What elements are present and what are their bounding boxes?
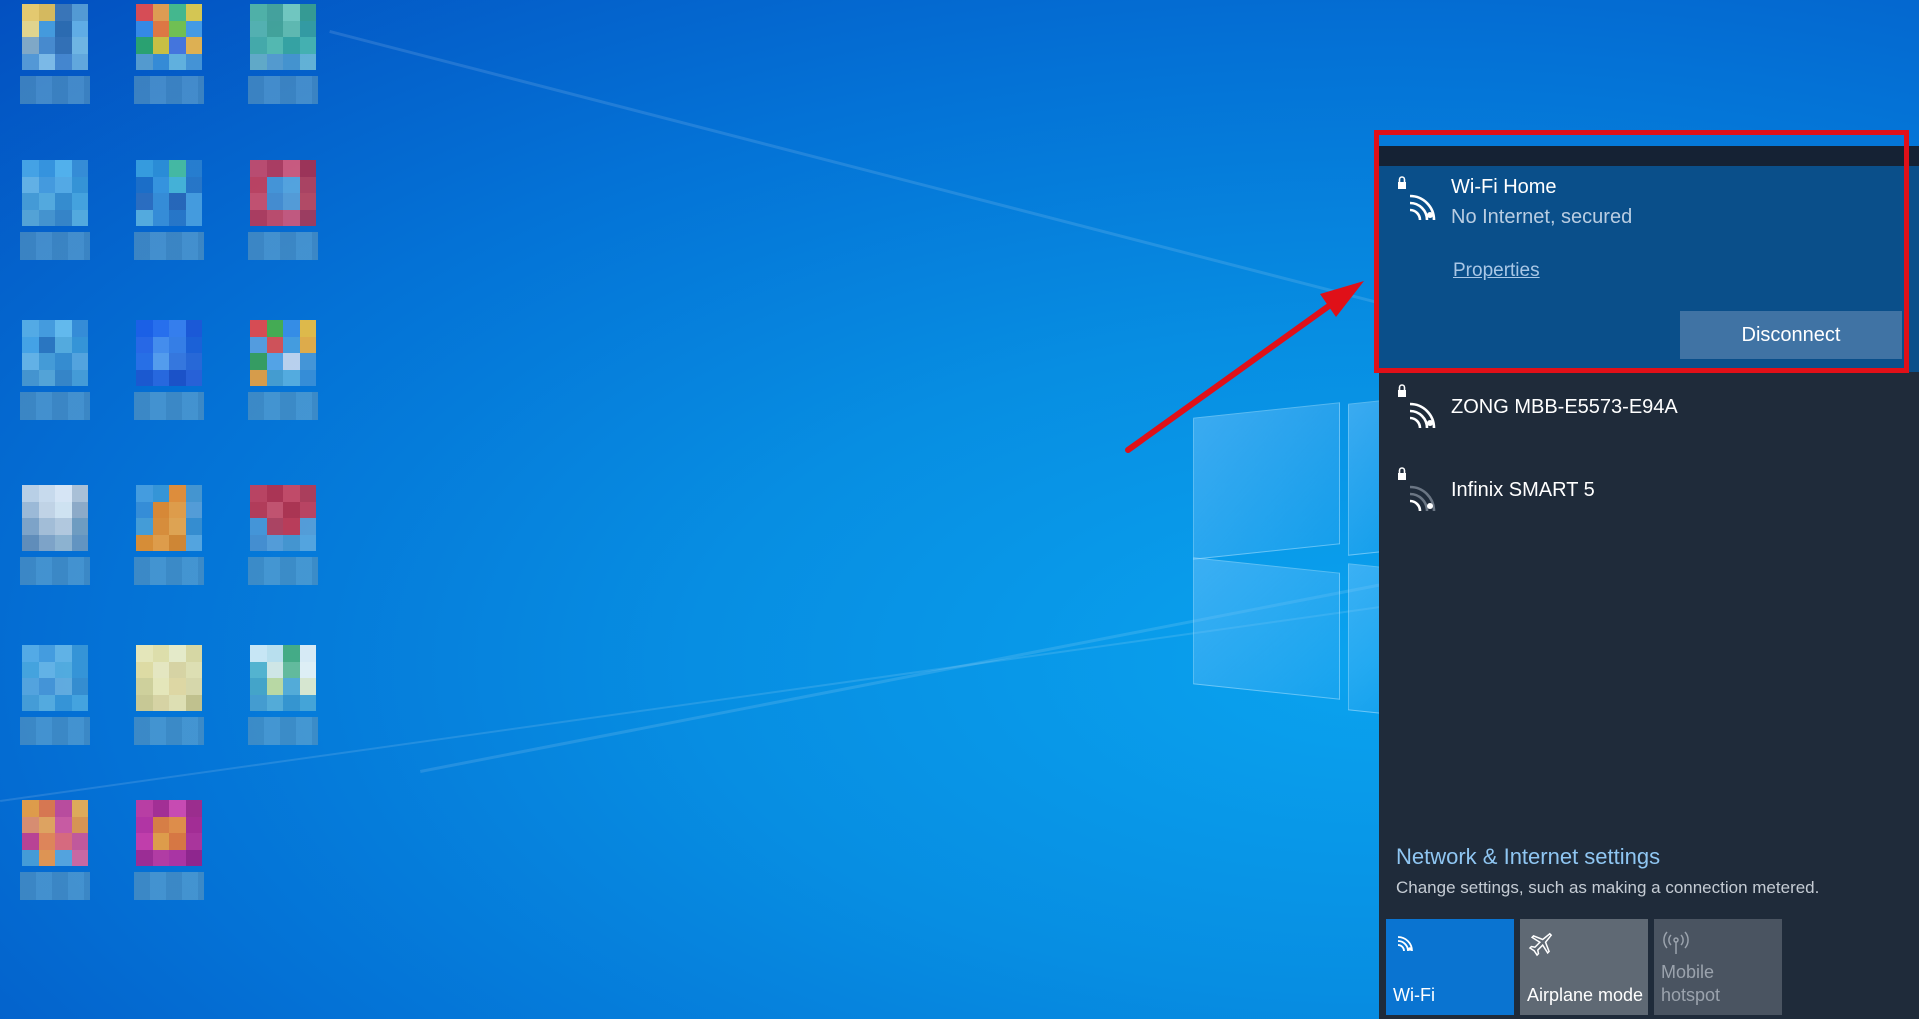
desktop-icon-label	[134, 76, 204, 104]
wifi-icon	[1397, 936, 1413, 952]
desktop-icon-label	[248, 557, 318, 585]
desktop-icon-label	[20, 557, 90, 585]
wifi-secured-icon	[1398, 384, 1436, 429]
network-settings-description: Change settings, such as making a connec…	[1396, 878, 1820, 897]
desktop-icon-image	[22, 645, 88, 711]
desktop-icon-image	[250, 645, 316, 711]
desktop-icon[interactable]	[14, 800, 96, 900]
wallpaper-logo-pane	[1193, 557, 1340, 700]
desktop-icon-label	[20, 872, 90, 900]
desktop-icon-label	[134, 232, 204, 260]
desktop-icon[interactable]	[242, 485, 324, 585]
desktop-icon-label	[134, 872, 204, 900]
desktop-icon-image	[250, 485, 316, 551]
desktop-icon-image	[22, 800, 88, 866]
desktop-icon[interactable]	[242, 645, 324, 745]
airplane-mode-tile[interactable]: Airplane mode	[1520, 919, 1648, 1015]
properties-link[interactable]: Properties	[1453, 260, 1540, 282]
desktop-icon-image	[136, 800, 202, 866]
desktop-icon[interactable]	[128, 645, 210, 745]
wifi-toggle-tile[interactable]: Wi-Fi	[1386, 919, 1514, 1015]
desktop-icon-label	[20, 392, 90, 420]
desktop-icon-label	[248, 392, 318, 420]
desktop-icon-image	[22, 4, 88, 70]
network-name: Infinix SMART 5	[1451, 479, 1595, 501]
network-flyout: Wi-Fi Home No Internet, secured Properti…	[1379, 146, 1919, 1019]
wifi-secured-icon	[1398, 467, 1436, 512]
desktop-icon-image	[136, 645, 202, 711]
desktop-icon[interactable]	[242, 4, 324, 104]
wallpaper-light-beam	[329, 30, 1492, 334]
desktop-icon[interactable]	[14, 645, 96, 745]
desktop-icon-image	[250, 160, 316, 226]
desktop-icon-label	[20, 717, 90, 745]
hotspot-icon	[1663, 931, 1689, 954]
qa-label: Mobile hotspot	[1661, 961, 1720, 1007]
desktop-icon-image	[136, 320, 202, 386]
desktop-icon-image	[136, 485, 202, 551]
desktop-icon[interactable]	[128, 320, 210, 420]
network-status: No Internet, secured	[1451, 206, 1633, 228]
desktop-icon[interactable]	[14, 4, 96, 104]
mobile-hotspot-tile[interactable]: Mobile hotspot	[1654, 919, 1782, 1015]
network-name: ZONG MBB-E5573-E94A	[1451, 396, 1678, 418]
qa-label-line: hotspot	[1661, 985, 1721, 1005]
desktop-icon[interactable]	[128, 800, 210, 900]
qa-label: Wi-Fi	[1393, 985, 1435, 1005]
qa-label-line: Mobile	[1661, 962, 1715, 982]
desktop-icon-image	[136, 160, 202, 226]
desktop-icon-image	[250, 320, 316, 386]
network-name: Wi-Fi Home	[1451, 176, 1557, 198]
wifi-secured-icon	[1398, 176, 1436, 221]
desktop-icon-label	[248, 232, 318, 260]
network-item-wifi-home[interactable]: Wi-Fi Home No Internet, secured Properti…	[1379, 166, 1919, 372]
wallpaper-logo-pane	[1348, 563, 1381, 714]
desktop-icon[interactable]	[14, 160, 96, 260]
desktop-icon-label	[134, 392, 204, 420]
desktop-icon-image	[22, 485, 88, 551]
desktop-icon-label	[20, 232, 90, 260]
desktop-icon-label	[134, 557, 204, 585]
wallpaper-logo-pane	[1348, 400, 1381, 556]
desktop-icon[interactable]	[14, 320, 96, 420]
disconnect-button[interactable]: Disconnect	[1680, 311, 1902, 359]
network-settings-link[interactable]: Network & Internet settings	[1396, 844, 1660, 870]
desktop-icon-image	[136, 4, 202, 70]
desktop-icon[interactable]	[128, 485, 210, 585]
flyout-top-band	[1379, 146, 1919, 166]
qa-label: Airplane mode	[1527, 985, 1644, 1005]
network-item-infinix[interactable]: Infinix SMART 5	[1379, 452, 1919, 532]
desktop-icon[interactable]	[242, 320, 324, 420]
desktop-icon[interactable]	[14, 485, 96, 585]
desktop-icon-label	[248, 76, 318, 104]
desktop-icon[interactable]	[128, 160, 210, 260]
desktop-icon-image	[250, 4, 316, 70]
desktop-icon-image	[22, 320, 88, 386]
wallpaper-logo-pane	[1193, 402, 1340, 560]
network-item-zong[interactable]: ZONG MBB-E5573-E94A	[1379, 372, 1919, 452]
desktop-icon-label	[248, 717, 318, 745]
desktop-icon-label	[20, 76, 90, 104]
desktop-icon-image	[22, 160, 88, 226]
desktop-icon-label	[134, 717, 204, 745]
desktop-icon[interactable]	[242, 160, 324, 260]
airplane-icon	[1528, 932, 1553, 957]
desktop-icon[interactable]	[128, 4, 210, 104]
